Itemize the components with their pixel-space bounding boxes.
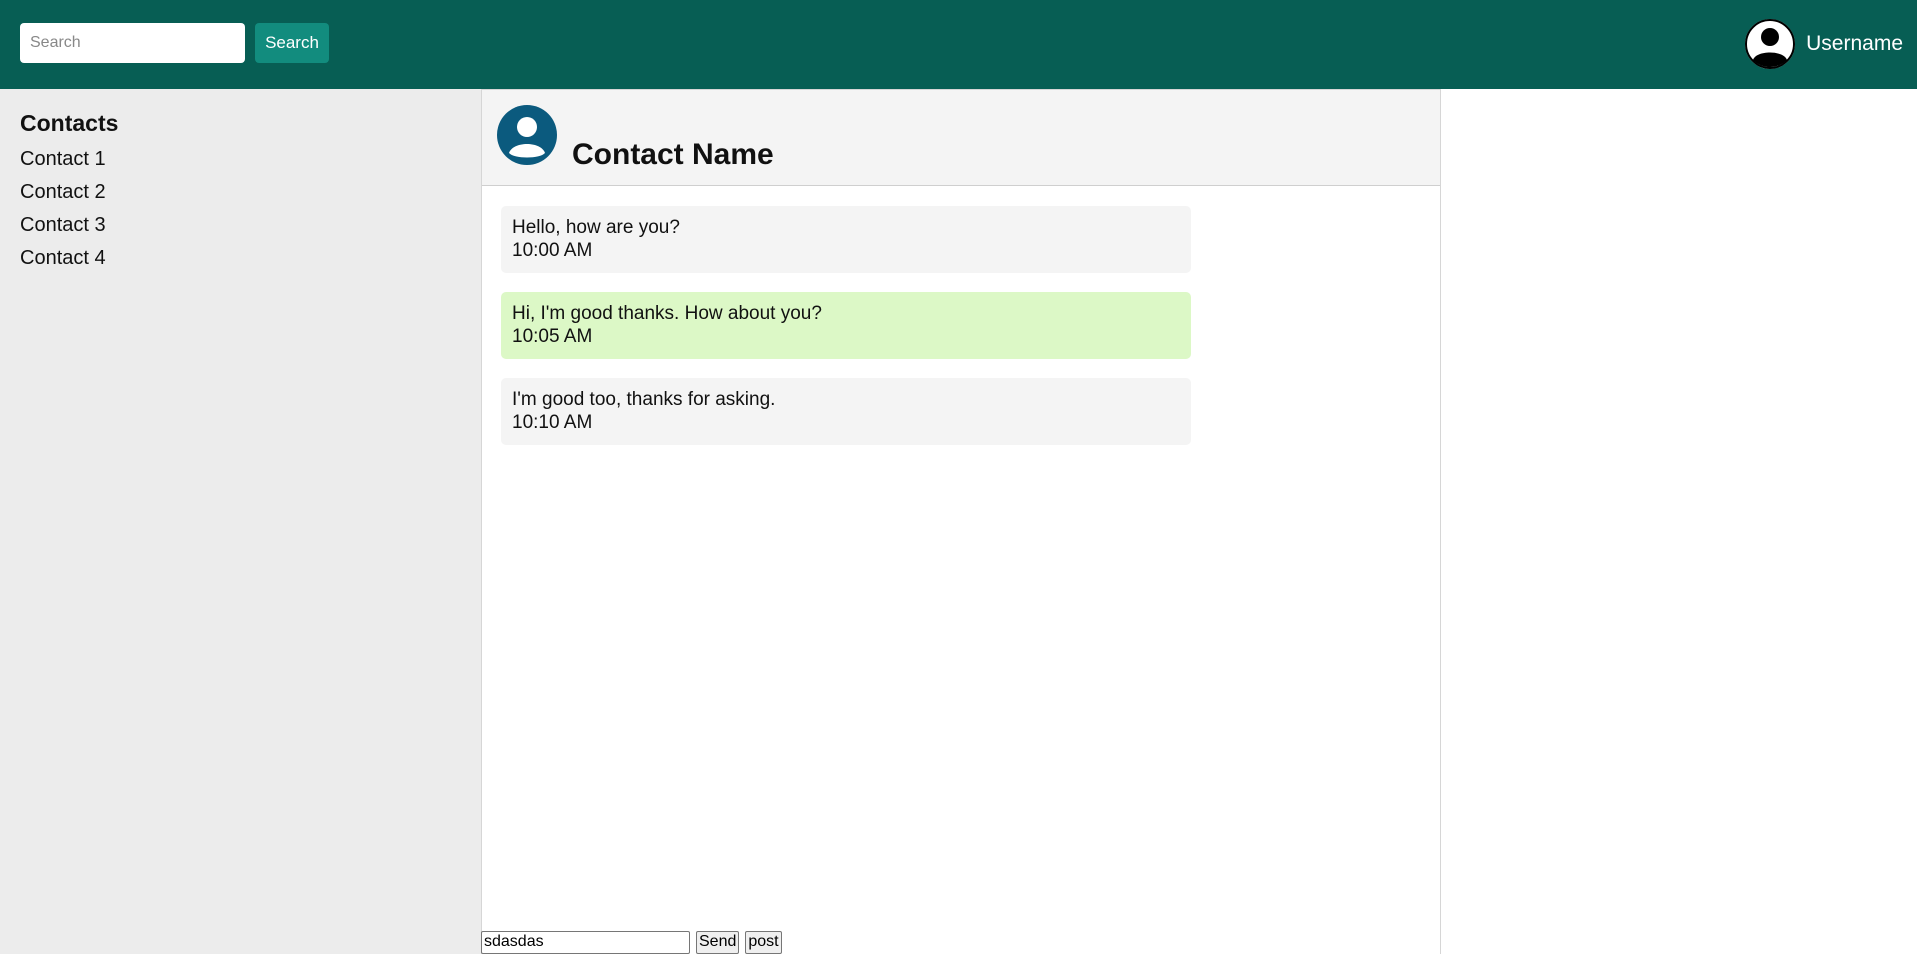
username-label: Username [1806,32,1903,55]
message-input[interactable] [481,930,690,954]
post-button[interactable]: post [745,930,782,954]
contacts-sidebar: Contacts Contact 1 Contact 2 Contact 3 C… [0,89,481,954]
message-text: Hi, I'm good thanks. How about you? [512,303,822,324]
chat-header: Contact Name [482,89,1440,186]
chat-contact-name: Contact Name [572,138,774,171]
user-avatar-icon[interactable] [1744,18,1796,70]
message-time: 10:10 AM [512,412,593,433]
message-list: Hello, how are you? 10:00 AM Hi, I'm goo… [501,206,1191,464]
message-bubble-sent: Hi, I'm good thanks. How about you? 10:0… [501,292,1191,359]
message-bubble-received: Hello, how are you? 10:00 AM [501,206,1191,273]
contact-item[interactable]: Contact 4 [20,242,461,275]
contact-item[interactable]: Contact 3 [20,209,461,242]
contacts-title: Contacts [20,110,119,136]
contact-item[interactable]: Contact 1 [20,143,461,176]
search-button[interactable]: Search [255,23,329,63]
message-time: 10:05 AM [512,326,593,347]
top-header: Search Username [0,0,1917,89]
send-button[interactable]: Send [696,930,740,954]
message-composer: Send post [481,930,782,954]
chat-panel: Contact Name Hello, how are you? 10:00 A… [481,89,1441,954]
message-text: I'm good too, thanks for asking. [512,389,776,410]
contact-item[interactable]: Contact 2 [20,176,461,209]
message-time: 10:00 AM [512,240,593,261]
contact-avatar-icon [497,105,557,165]
message-bubble-received: I'm good too, thanks for asking. 10:10 A… [501,378,1191,445]
message-text: Hello, how are you? [512,217,680,238]
user-profile[interactable]: Username [1744,18,1903,70]
search-input[interactable] [20,23,245,63]
